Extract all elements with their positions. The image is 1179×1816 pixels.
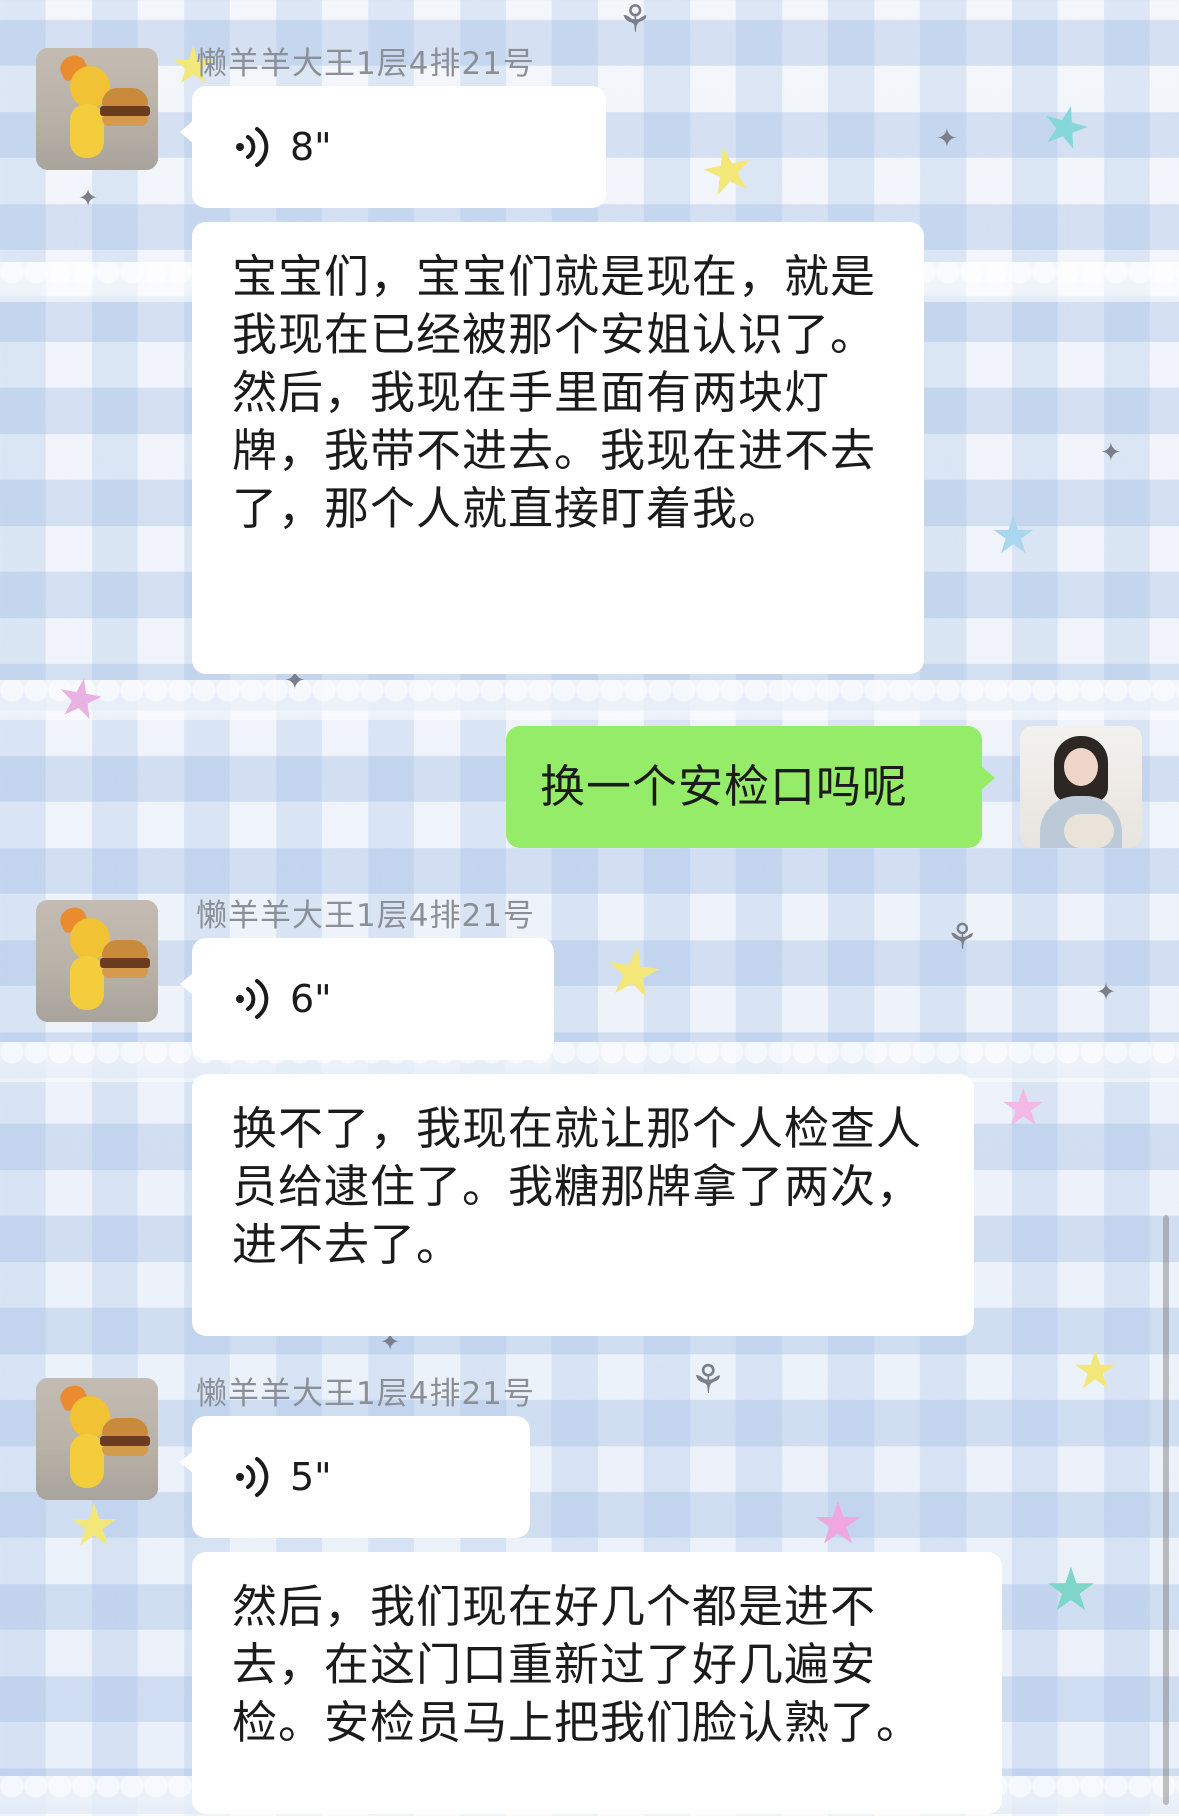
- bow-icon: ⚘: [690, 1357, 726, 1403]
- sender-avatar[interactable]: [36, 1378, 158, 1500]
- transcript-bubble[interactable]: 换不了，我现在就让那个人检查人员给逮住了。我糖那牌拿了两次，进不去了。: [192, 1074, 974, 1336]
- star-icon: ★: [1032, 89, 1098, 166]
- star-icon: ★: [1072, 1341, 1119, 1401]
- star-icon: ★: [50, 663, 110, 734]
- ruffle-decoration: [0, 680, 1179, 720]
- scrollbar[interactable]: [1163, 1215, 1169, 1805]
- voice-wave-icon: [236, 1457, 269, 1497]
- voice-wave-icon: [236, 979, 269, 1019]
- star-icon: ★: [812, 1489, 864, 1557]
- sender-name: 懒羊羊大王1层4排21号: [196, 46, 535, 82]
- star-icon: ★: [1044, 1555, 1098, 1625]
- star-icon: ★: [990, 506, 1037, 566]
- bow-icon: ⚘: [618, 0, 653, 41]
- self-message-bubble[interactable]: 换一个安检口吗呢: [506, 726, 995, 848]
- voice-duration: 5": [290, 1455, 332, 1499]
- sparkle-icon: ✦: [78, 184, 99, 212]
- sparkle-icon: ✦: [1100, 438, 1122, 468]
- voice-duration: 8": [290, 125, 332, 169]
- self-avatar[interactable]: [1020, 726, 1142, 848]
- transcript-text: 然后，我们现在好几个都是进不去，在这门口重新过了好几遍安检。安检员马上把我们脸认…: [232, 1580, 923, 1749]
- star-icon: ★: [1000, 1078, 1047, 1138]
- voice-duration: 6": [290, 977, 332, 1021]
- voice-message-bubble[interactable]: 6": [180, 938, 554, 1060]
- sparkle-icon: ✦: [1096, 978, 1117, 1006]
- transcript-text: 宝宝们，宝宝们就是现在，就是我现在已经被那个安姐认识了。然后，我现在手里面有两块…: [232, 250, 877, 535]
- star-icon: ★: [68, 1491, 120, 1559]
- sparkle-icon: ✦: [936, 124, 958, 154]
- sender-name: 懒羊羊大王1层4排21号: [196, 1376, 535, 1412]
- sender-avatar[interactable]: [36, 48, 158, 170]
- transcript-bubble[interactable]: 然后，我们现在好几个都是进不去，在这门口重新过了好几遍安检。安检员马上把我们脸认…: [192, 1552, 1002, 1814]
- transcript-bubble[interactable]: 宝宝们，宝宝们就是现在，就是我现在已经被那个安姐认识了。然后，我现在手里面有两块…: [192, 222, 924, 674]
- star-icon: ★: [598, 930, 669, 1015]
- self-message-text: 换一个安检口吗呢: [540, 760, 909, 813]
- sender-name: 懒羊羊大王1层4排21号: [196, 898, 535, 934]
- voice-message-bubble[interactable]: 5": [180, 1416, 530, 1538]
- voice-wave-icon: [236, 127, 269, 167]
- transcript-text: 换不了，我现在就让那个人检查人员给逮住了。我糖那牌拿了两次，进不去了。: [232, 1102, 923, 1271]
- sender-avatar[interactable]: [36, 900, 158, 1022]
- voice-message-bubble[interactable]: 8": [180, 86, 606, 208]
- star-icon: ★: [692, 129, 763, 212]
- bow-icon: ⚘: [946, 917, 979, 958]
